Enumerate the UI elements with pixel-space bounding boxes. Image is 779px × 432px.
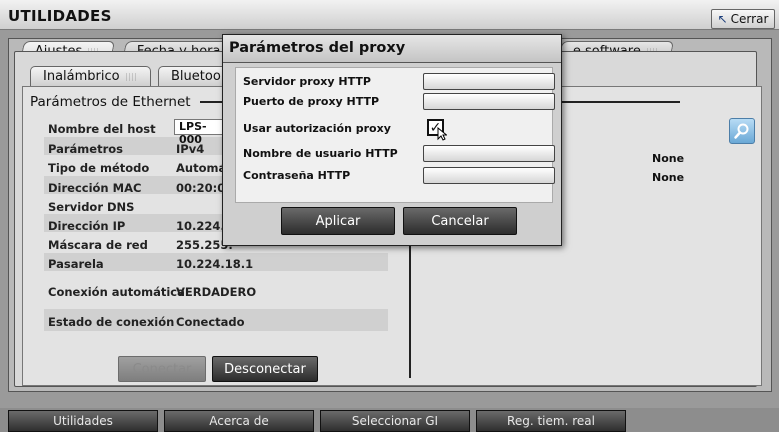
field-label-dns: Servidor DNS bbox=[48, 200, 135, 214]
proxy-dialog: Parámetros del proxy Servidor proxy HTTP… bbox=[222, 34, 562, 246]
proxy-port-label: Puerto de proxy HTTP bbox=[243, 95, 380, 108]
hostname-field[interactable]: LPS-000 bbox=[174, 119, 226, 146]
apply-button[interactable]: Aplicar bbox=[281, 207, 395, 235]
proxy-server-label: Servidor proxy HTTP bbox=[243, 75, 371, 88]
right-value: None bbox=[652, 152, 685, 165]
proxy-server-field[interactable] bbox=[423, 73, 555, 90]
http-password-label: Contraseña HTTP bbox=[243, 169, 351, 182]
field-label-params: Parámetros bbox=[48, 142, 124, 156]
connect-button[interactable]: Conectar bbox=[118, 356, 206, 382]
nav-acerca-de[interactable]: Acerca de bbox=[164, 410, 314, 432]
subtab-inalambrico[interactable]: Inalámbrico bbox=[30, 66, 151, 86]
nav-reg-tiempo-real[interactable]: Reg. tiem. real bbox=[476, 410, 626, 432]
http-username-field[interactable] bbox=[423, 145, 555, 162]
ethernet-section-title: Parámetros de Ethernet bbox=[30, 94, 195, 110]
http-username-label: Nombre de usuario HTTP bbox=[243, 147, 398, 160]
field-value-status: Conectado bbox=[176, 315, 245, 329]
field-value-params: IPv4 bbox=[176, 142, 205, 156]
close-button-label: Cerrar bbox=[730, 12, 769, 26]
arrow-pointer-icon: ↖ bbox=[717, 12, 728, 26]
title-bar: UTILIDADES ↖ Cerrar bbox=[0, 0, 779, 30]
field-label-netmask: Máscara de red bbox=[48, 238, 148, 252]
field-value-autoconnect: VERDADERO bbox=[176, 285, 257, 299]
dialog-title: Parámetros del proxy bbox=[223, 35, 561, 63]
field-label-method: Tipo de método bbox=[48, 161, 150, 175]
disconnect-button[interactable]: Desconectar bbox=[212, 356, 318, 382]
cancel-button[interactable]: Cancelar bbox=[403, 207, 517, 235]
app-title: UTILIDADES bbox=[8, 7, 112, 25]
nav-utilidades[interactable]: Utilidades bbox=[8, 410, 158, 432]
proxy-auth-label: Usar autorización proxy bbox=[243, 122, 391, 135]
magnifier-icon bbox=[734, 123, 749, 139]
right-value: None bbox=[652, 171, 685, 184]
field-label-hostname: Nombre del host bbox=[48, 122, 156, 136]
field-label-gateway: Pasarela bbox=[48, 257, 104, 271]
field-label-ip: Dirección IP bbox=[48, 219, 126, 233]
http-password-field[interactable] bbox=[423, 167, 555, 184]
proxy-port-field[interactable] bbox=[423, 93, 555, 110]
field-value-gateway: 10.224.18.1 bbox=[176, 257, 254, 271]
search-button[interactable] bbox=[729, 118, 755, 144]
section-divider bbox=[560, 101, 680, 103]
field-label-status: Estado de conexión bbox=[48, 315, 175, 329]
nav-seleccionar-gi[interactable]: Seleccionar GI bbox=[320, 410, 470, 432]
field-label-mac: Dirección MAC bbox=[48, 181, 142, 195]
field-label-autoconnect: Conexión automática bbox=[48, 285, 185, 299]
subtab-label: Inalámbrico bbox=[43, 69, 120, 84]
close-button[interactable]: ↖ Cerrar bbox=[711, 9, 775, 29]
subtab-label: Bluetoo bbox=[171, 69, 221, 84]
mouse-cursor-icon bbox=[437, 127, 447, 141]
grip-icon bbox=[125, 72, 138, 81]
